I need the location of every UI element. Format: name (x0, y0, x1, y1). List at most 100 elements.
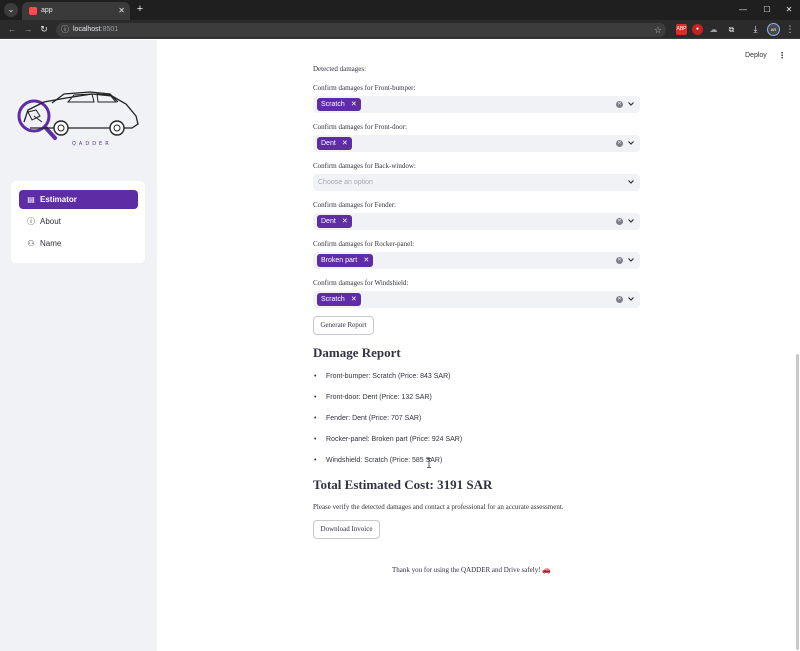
damage-multiselect-windshield[interactable]: Scratch ✕ ✕ (313, 291, 640, 308)
back-arrow-icon[interactable]: ← (6, 23, 18, 35)
close-window-icon[interactable]: ✕ (782, 3, 796, 17)
chevron-down-icon[interactable] (627, 215, 635, 227)
confirm-label-back-window: Confirm damages for Back-window: (313, 162, 416, 170)
bookmark-star-icon[interactable]: ☆ (654, 24, 662, 36)
bullet-icon: • (314, 436, 317, 443)
minimize-window-icon[interactable]: — (736, 3, 750, 17)
person-icon: ⚇ (27, 239, 35, 248)
chip-label: Scratch (321, 296, 345, 303)
site-info-icon[interactable]: ⓘ (60, 24, 70, 36)
bullet-icon: • (314, 373, 317, 380)
document-icon: ▤ (27, 195, 35, 204)
confirm-label-front-bumper: Confirm damages for Front-bumper: (313, 84, 416, 92)
multiselect-placeholder: Choose an option (318, 179, 373, 186)
url-text[interactable]: localhost:8501 (73, 24, 118, 36)
report-item-text: Front-bumper: Scratch (Price: 843 SAR) (326, 373, 451, 380)
damage-multiselect-front-door[interactable]: Dent ✕ ✕ (313, 135, 640, 152)
sidebar-item-about[interactable]: ⓘ About (19, 212, 138, 231)
chevron-down-icon[interactable] (627, 98, 635, 110)
main-content: Detected damages: Confirm damages for Fr… (313, 40, 643, 651)
sidebar-item-name[interactable]: ⚇ Name (19, 234, 138, 253)
confirm-label-front-door: Confirm damages for Front-door: (313, 123, 407, 131)
clear-selection-icon[interactable]: ✕ (616, 101, 623, 108)
damage-multiselect-rocker-panel[interactable]: Broken part ✕ ✕ (313, 252, 640, 269)
remove-chip-close-icon[interactable]: ✕ (351, 98, 357, 111)
clear-selection-icon[interactable]: ✕ (616, 218, 623, 225)
deploy-button[interactable]: Deploy (745, 50, 767, 62)
url-port: :8501 (100, 26, 119, 33)
profile-avatar[interactable]: AR (767, 23, 780, 36)
browser-menu-kebab-icon[interactable]: ⋮ (785, 23, 795, 35)
selected-damage-chip: Scratch ✕ (317, 98, 361, 111)
remove-chip-close-icon[interactable]: ✕ (363, 254, 369, 267)
extension-cloud-icon[interactable]: ☁ (708, 24, 719, 35)
bullet-icon: • (314, 457, 317, 464)
total-cost-heading: Total Estimated Cost: 3191 SAR (313, 477, 493, 492)
new-tab-plus-icon[interactable]: + (133, 2, 147, 16)
extensions-puzzle-icon[interactable]: ⧉ (726, 24, 737, 35)
confirm-label-fender: Confirm damages for Fender: (313, 201, 397, 209)
sidebar-item-label: About (40, 217, 61, 226)
text-cursor-icon (427, 458, 431, 468)
sidebar-nav-menu: ▤ Estimator ⓘ About ⚇ Name (11, 181, 145, 263)
chip-label: Broken part (321, 257, 358, 264)
address-bar[interactable]: ⓘ localhost:8501 ☆ (56, 23, 666, 37)
report-item-text: Rocker-panel: Broken part (Price: 924 SA… (326, 436, 463, 443)
download-icon[interactable]: ⤓ (750, 24, 761, 35)
sidebar-item-estimator[interactable]: ▤ Estimator (19, 190, 138, 209)
generate-report-button[interactable]: Generate Report (313, 316, 374, 335)
report-item-text: Fender: Dent (Price: 707 SAR) (326, 415, 422, 422)
forward-arrow-icon[interactable]: → (22, 23, 34, 35)
clear-selection-icon[interactable]: ✕ (616, 140, 623, 147)
report-item-text: Windshield: Scratch (Price: 585 SAR) (326, 457, 443, 464)
browser-toolbar: ← → ↻ ⓘ localhost:8501 ☆ ABP ● ☁ ⧉ ⤓ AR … (0, 20, 800, 39)
sidebar-item-label: Name (40, 239, 62, 248)
chip-label: Scratch (321, 101, 345, 108)
confirm-label-rocker-panel: Confirm damages for Rocker-panel: (313, 240, 415, 248)
clear-selection-icon[interactable]: ✕ (616, 257, 623, 264)
chip-label: Dent (321, 140, 336, 147)
browser-tab-bar: ⌄ app ✕ + — ☐ ✕ (0, 0, 800, 20)
report-item-text: Front-door: Dent (Price: 132 SAR) (326, 394, 432, 401)
close-tab-icon[interactable]: ✕ (118, 5, 125, 17)
info-icon: ⓘ (27, 217, 35, 226)
remove-chip-close-icon[interactable]: ✕ (342, 215, 348, 228)
clear-selection-icon[interactable]: ✕ (616, 296, 623, 303)
scrollbar-thumb[interactable] (796, 354, 799, 650)
logo-wordmark: QADDER (72, 141, 112, 147)
remove-chip-close-icon[interactable]: ✕ (351, 293, 357, 306)
damage-report-heading: Damage Report (313, 345, 401, 360)
selected-damage-chip: Dent ✕ (317, 137, 352, 150)
extension-red-icon[interactable]: ABP (676, 24, 687, 35)
chevron-down-icon[interactable] (627, 293, 635, 305)
selected-damage-chip: Broken part ✕ (317, 254, 374, 267)
tab-search-chevron-down-icon[interactable]: ⌄ (4, 3, 18, 17)
app-menu-kebab-icon[interactable]: ⋮ (778, 50, 786, 62)
damage-multiselect-front-bumper[interactable]: Scratch ✕ ✕ (313, 96, 640, 113)
url-host: localhost (73, 26, 101, 33)
reload-icon[interactable]: ↻ (38, 23, 50, 35)
browser-tab[interactable]: app ✕ (22, 2, 130, 20)
damage-multiselect-fender[interactable]: Dent ✕ ✕ (313, 213, 640, 230)
bullet-icon: • (314, 415, 317, 422)
footer-thank-you-text: Thank you for using the QADDER and Drive… (392, 566, 551, 574)
sidebar-item-label: Estimator (40, 195, 77, 204)
chevron-down-icon[interactable] (627, 254, 635, 266)
qadder-logo: QADDER (17, 91, 139, 147)
selected-damage-chip: Dent ✕ (317, 215, 352, 228)
tab-title: app (41, 7, 53, 14)
maximize-window-icon[interactable]: ☐ (760, 3, 774, 17)
download-invoice-button[interactable]: Download Invoice (313, 520, 380, 539)
streamlit-app: QADDER ▤ Estimator ⓘ About ⚇ Name Deploy… (0, 40, 800, 651)
damage-multiselect-back-window[interactable]: Choose an option (313, 174, 640, 191)
extension-circle-icon[interactable]: ● (692, 24, 703, 35)
chevron-down-icon[interactable] (627, 176, 635, 188)
chevron-down-icon[interactable] (627, 137, 635, 149)
detected-damages-label: Detected damages: (313, 65, 367, 73)
chip-label: Dent (321, 218, 336, 225)
bullet-icon: • (314, 394, 317, 401)
sidebar: QADDER ▤ Estimator ⓘ About ⚇ Name (0, 40, 157, 651)
selected-damage-chip: Scratch ✕ (317, 293, 361, 306)
confirm-label-windshield: Confirm damages for Windshield: (313, 279, 409, 287)
remove-chip-close-icon[interactable]: ✕ (342, 137, 348, 150)
